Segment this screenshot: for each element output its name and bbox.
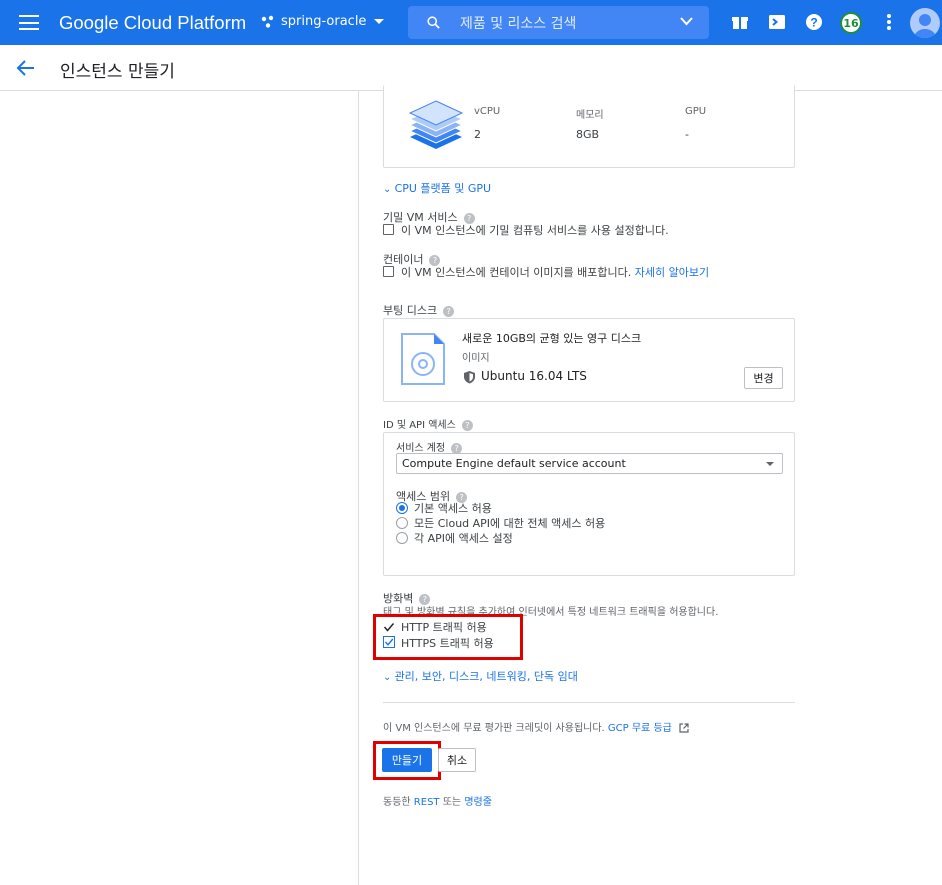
equivalent-middle: 또는 (442, 797, 462, 808)
credit-text: 이 VM 인스턴스에 무료 평가판 크레딧이 사용됩니다. (383, 723, 605, 734)
scope-radio-full[interactable] (396, 517, 408, 529)
service-account-value: Compute Engine default service account (402, 457, 626, 470)
memory-value: 8GB (576, 128, 600, 141)
help-icon[interactable]: ? (443, 305, 455, 317)
service-account-section-label: 서비스 계정? (396, 439, 463, 454)
equivalent-prefix: 동등한 (383, 797, 411, 808)
scope-label-full: 모든 Cloud API에 대한 전체 액세스 허용 (414, 517, 606, 530)
advanced-options-label: 관리, 보안, 디스크, 네트워킹, 단독 임대 (394, 670, 578, 683)
gift-icon[interactable] (730, 12, 750, 32)
create-button[interactable]: 만들기 (382, 748, 432, 772)
vcpu-label: vCPU (474, 106, 501, 117)
chevron-down-icon (374, 19, 385, 24)
http-label: HTTP 트래픽 허용 (401, 621, 487, 634)
boot-disk-title: 새로운 10GB의 균형 있는 영구 디스크 (462, 332, 642, 345)
cancel-button[interactable]: 취소 (438, 748, 476, 772)
open-in-new-icon (679, 723, 689, 733)
equivalent-links: 동등한 REST 또는 명령줄 (383, 793, 492, 808)
more-vert-icon[interactable] (879, 12, 899, 32)
confidential-checkbox[interactable] (383, 224, 394, 235)
credit-notice: 이 VM 인스턴스에 무료 평가판 크레딧이 사용됩니다. GCP 무료 등급 (383, 719, 689, 734)
page-title: 인스턴스 만들기 (60, 62, 175, 82)
back-arrow-icon[interactable] (16, 58, 36, 78)
gpu-label: GPU (685, 106, 707, 117)
vcpu-value: 2 (474, 128, 481, 141)
menu-icon[interactable] (19, 15, 39, 30)
search-bar[interactable]: 제품 및 리소스 검색 (408, 6, 709, 39)
project-icon (261, 15, 274, 28)
http-checkbox[interactable] (383, 621, 395, 633)
cpu-platform-link[interactable]: ⌄ CPU 플랫폼 및 GPU (383, 180, 491, 196)
https-label: HTTPS 트래픽 허용 (401, 637, 494, 650)
learn-more-link[interactable]: 자세히 알아보기 (635, 266, 709, 279)
container-checkbox[interactable] (383, 266, 394, 277)
confidential-checkbox-label: 이 VM 인스턴스에 기밀 컴퓨팅 서비스를 사용 설정합니다. (401, 224, 669, 237)
expand-more-icon: ⌄ (383, 184, 395, 195)
scope-radio-custom[interactable] (396, 532, 408, 544)
scope-label-custom: 각 API에 액세스 설정 (414, 532, 513, 545)
boot-disk-image-name: Ubuntu 16.04 LTS (481, 369, 587, 383)
rest-link[interactable]: REST (414, 797, 440, 808)
help-icon[interactable]: ? (451, 442, 463, 454)
divider (383, 702, 795, 703)
dropdown-arrow-icon (766, 462, 774, 466)
top-app-bar: Google Cloud Platform spring-oracle 제품 및… (0, 0, 942, 45)
help-icon[interactable]: ? (804, 12, 824, 32)
svg-text:?: ? (810, 16, 817, 30)
change-boot-disk-button[interactable]: 변경 (744, 367, 783, 389)
gpu-value: - (685, 128, 689, 141)
cloud-shell-icon[interactable] (767, 12, 787, 32)
identity-label: ID 및 API 액세스 (383, 420, 456, 431)
project-name: spring-oracle (281, 14, 367, 29)
memory-label: 메모리 (576, 110, 604, 121)
search-placeholder: 제품 및 리소스 검색 (460, 16, 577, 32)
command-line-link[interactable]: 명령줄 (464, 797, 492, 808)
scope-radio-default[interactable] (396, 502, 408, 514)
shield-icon (464, 371, 475, 384)
expand-more-icon: ⌄ (383, 672, 395, 683)
https-checkbox[interactable] (383, 636, 395, 648)
cpu-platform-label: CPU 플랫폼 및 GPU (394, 182, 492, 195)
free-tier-link[interactable]: GCP 무료 등급 (608, 723, 672, 734)
brand-title[interactable]: Google Cloud Platform (59, 12, 246, 34)
layers-icon (408, 100, 464, 149)
machine-summary-card (383, 85, 795, 168)
search-icon (427, 16, 440, 29)
service-account-select[interactable]: Compute Engine default service account (396, 453, 783, 474)
notification-badge[interactable]: 16 (840, 12, 862, 34)
identity-section-label: ID 및 API 액세스? (383, 416, 473, 431)
left-pane (0, 91, 359, 885)
help-icon[interactable]: ? (461, 419, 473, 431)
boot-disk-image-label: 이미지 (462, 353, 490, 364)
boot-disk-section-label: 부팅 디스크? (383, 302, 455, 318)
container-checkbox-label: 이 VM 인스턴스에 컨테이너 이미지를 배포합니다. (401, 266, 632, 279)
container-checkbox-text: 이 VM 인스턴스에 컨테이너 이미지를 배포합니다. 자세히 알아보기 (401, 264, 709, 280)
disk-icon (401, 333, 445, 385)
avatar[interactable] (910, 8, 940, 38)
boot-disk-label: 부팅 디스크 (383, 304, 438, 317)
scope-label-default: 기본 액세스 허용 (414, 502, 492, 515)
project-selector[interactable]: spring-oracle (261, 14, 385, 29)
chevron-down-icon[interactable] (680, 17, 693, 26)
advanced-options-link[interactable]: ⌄ 관리, 보안, 디스크, 네트워킹, 단독 임대 (383, 668, 578, 684)
account-icon (914, 14, 936, 38)
